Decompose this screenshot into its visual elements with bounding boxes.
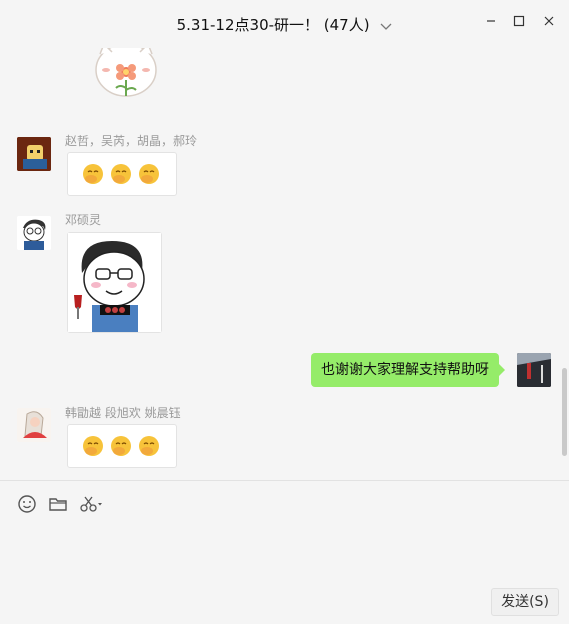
message-input[interactable]: 发送(S) (0, 525, 569, 624)
folder-icon[interactable] (47, 493, 69, 515)
title-bar: 5.31-12点30-研一！ (47人) (0, 0, 569, 48)
sender-name: 邓硕灵 (65, 213, 102, 227)
close-icon[interactable] (542, 14, 556, 28)
sender-name: 韩勖越 段旭欢 姚晨钰 (65, 406, 181, 420)
maximize-icon[interactable] (512, 14, 526, 28)
chat-title-text: 5.31-12点30-研一！ (47人) (176, 16, 370, 34)
hand-over-mouth-emoji (138, 163, 160, 185)
minimize-icon[interactable] (484, 14, 498, 28)
scissors-icon[interactable] (78, 493, 108, 515)
hand-over-mouth-emoji (82, 163, 104, 185)
hand-over-mouth-emoji (82, 435, 104, 457)
send-button[interactable]: 发送(S) (491, 588, 559, 616)
self-message-bubble[interactable]: 也谢谢大家理解支持帮助呀 (311, 353, 505, 387)
smiley-icon[interactable] (16, 493, 38, 515)
hand-over-mouth-emoji (110, 435, 132, 457)
hand-over-mouth-emoji (110, 163, 132, 185)
sender-name: 赵哲，吴芮，胡晶，郝玲 (65, 134, 198, 148)
chevron-down-icon[interactable] (380, 17, 392, 35)
cartoon-man-sticker[interactable] (67, 232, 162, 333)
emoji-message-box[interactable] (67, 152, 177, 196)
avatar[interactable] (17, 408, 51, 442)
scrollbar[interactable] (562, 368, 567, 456)
avatar[interactable] (17, 216, 51, 250)
emoji-message-box[interactable] (67, 424, 177, 468)
cat-flower-sticker[interactable] (86, 48, 166, 106)
input-toolbar (0, 481, 569, 525)
avatar[interactable] (17, 137, 51, 171)
message-list[interactable]: 赵哲，吴芮，胡晶，郝玲 邓硕灵 也谢谢大家理解支持帮助呀 韩勖越 段旭欢 姚晨钰 (0, 48, 569, 480)
self-avatar[interactable] (517, 353, 551, 387)
hand-over-mouth-emoji (138, 435, 160, 457)
